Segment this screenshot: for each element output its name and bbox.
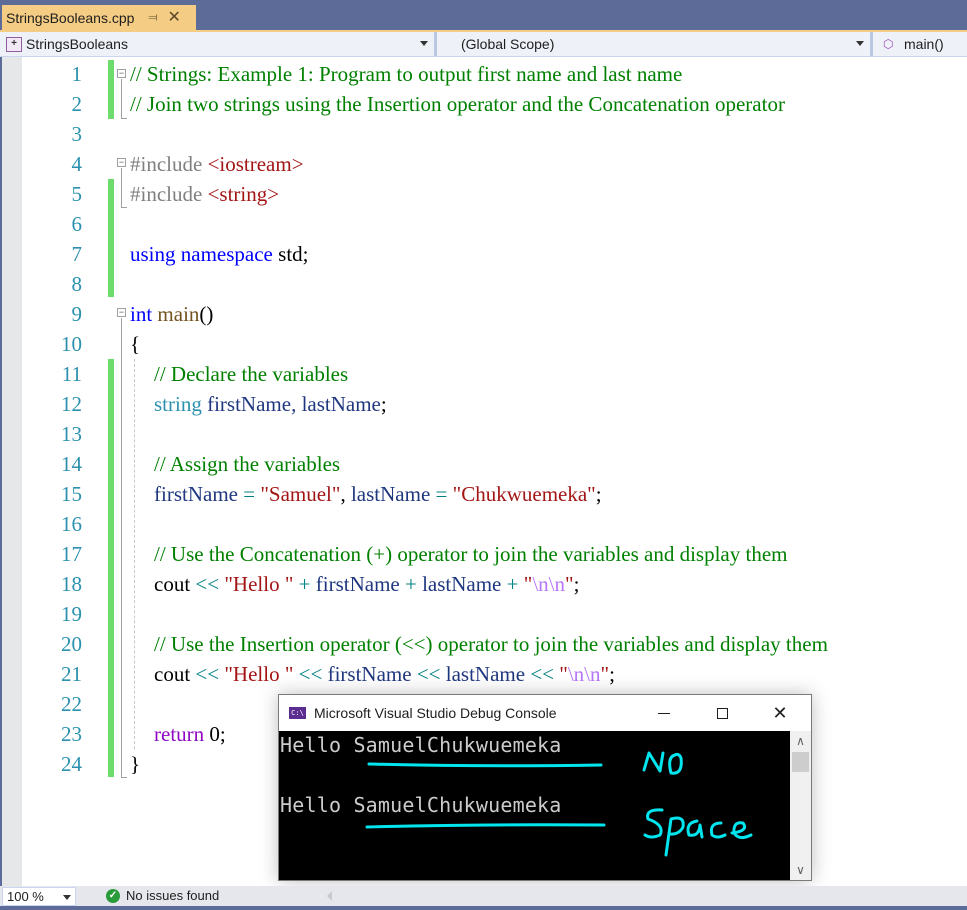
scroll-up-icon[interactable]: ∧ xyxy=(790,731,811,751)
method-cube-icon: ⬡ xyxy=(883,37,894,51)
minimize-icon xyxy=(658,712,670,714)
code-line: firstName = "Samuel", lastName = "Chukwu… xyxy=(154,482,602,506)
code-line: // Use the Concatenation (+) operator to… xyxy=(154,542,788,566)
scope-dropdown[interactable]: (Global Scope) xyxy=(434,32,870,56)
code-line: string firstName, lastName; xyxy=(154,392,387,416)
line-number: 7 xyxy=(71,242,83,266)
document-tab-strip: StringsBooleans.cpp ⫤ ✕ xyxy=(0,0,967,30)
line-number: 15 xyxy=(61,482,82,506)
member-name: main() xyxy=(904,36,944,52)
underline-2 xyxy=(365,823,606,829)
line-number: 22 xyxy=(61,692,82,716)
change-indicator xyxy=(108,359,114,777)
collapse-toggle[interactable]: − xyxy=(117,69,126,78)
change-indicator xyxy=(108,60,114,119)
scope-name: (Global Scope) xyxy=(461,36,555,52)
line-number: 21 xyxy=(61,662,82,686)
close-button[interactable]: ✕ xyxy=(757,695,803,731)
change-indicator xyxy=(108,179,114,297)
code-line: { xyxy=(130,332,141,356)
code-line: cout << "Hello " << firstName << lastNam… xyxy=(154,662,615,686)
chevron-down-icon xyxy=(856,41,864,46)
annotation-space xyxy=(643,808,753,857)
project-icon: + xyxy=(6,36,22,52)
pin-icon[interactable]: ⫤ xyxy=(148,10,157,25)
issues-text: No issues found xyxy=(126,888,220,903)
member-dropdown[interactable]: ⬡ main() xyxy=(870,32,967,56)
project-dropdown[interactable]: + StringsBooleans xyxy=(0,32,434,56)
line-number: 18 xyxy=(61,572,82,596)
code-line: // Assign the variables xyxy=(154,452,341,476)
minimize-button[interactable] xyxy=(641,695,687,731)
zoom-level: 100 % xyxy=(7,889,44,904)
tab-filename: StringsBooleans.cpp xyxy=(6,9,135,26)
console-app-icon: C:\ xyxy=(289,707,306,719)
navigation-bar: + StringsBooleans (Global Scope) ⬡ main(… xyxy=(0,30,967,57)
line-number: 1 xyxy=(71,62,83,86)
project-name: StringsBooleans xyxy=(26,36,128,52)
line-number: 3 xyxy=(71,122,83,146)
maximize-button[interactable] xyxy=(699,695,745,731)
line-number: 20 xyxy=(61,632,82,656)
line-number: 11 xyxy=(61,362,82,386)
console-title: Microsoft Visual Studio Debug Console xyxy=(314,705,557,721)
code-line: // Use the Insertion operator (<<) opera… xyxy=(154,632,828,656)
chevron-down-icon xyxy=(420,41,428,46)
code-line: #include <string> xyxy=(130,182,280,206)
collapse-toggle[interactable]: − xyxy=(117,308,126,317)
code-line: // Strings: Example 1: Program to output… xyxy=(130,62,683,86)
maximize-icon xyxy=(716,707,728,719)
editor-status-bar: 100 % ✓ No issues found xyxy=(0,886,967,906)
console-output-line: Hello SamuelChukwuemeka xyxy=(280,733,562,757)
code-line: cout << "Hello " + firstName + lastName … xyxy=(154,572,580,596)
zoom-dropdown[interactable]: 100 % xyxy=(2,887,76,906)
code-text: // Strings: Example 1: Program to output… xyxy=(130,59,828,779)
document-tab[interactable]: StringsBooleans.cpp ⫤ ✕ xyxy=(2,5,196,30)
line-number: 12 xyxy=(61,392,82,416)
debug-console-window[interactable]: C:\ Microsoft Visual Studio Debug Consol… xyxy=(278,694,812,881)
collapse-toggle[interactable]: − xyxy=(117,158,126,167)
code-line: #include <iostream> xyxy=(130,152,304,176)
issues-indicator[interactable]: ✓ No issues found xyxy=(106,888,219,903)
line-number: 16 xyxy=(61,512,82,536)
close-icon: ✕ xyxy=(772,703,788,723)
line-number: 19 xyxy=(61,602,82,626)
code-line: // Declare the variables xyxy=(154,362,349,386)
line-number: 13 xyxy=(61,422,82,446)
line-number: 8 xyxy=(71,272,83,296)
scroll-left-icon[interactable] xyxy=(327,891,332,901)
line-number: 17 xyxy=(61,542,82,566)
chevron-down-icon xyxy=(63,895,71,900)
line-number: 9 xyxy=(71,302,83,326)
glyph-margin[interactable] xyxy=(2,57,22,886)
line-number: 14 xyxy=(61,452,82,476)
line-number: 2 xyxy=(71,92,83,116)
underline-1 xyxy=(367,762,603,768)
console-output[interactable]: Hello SamuelChukwuemeka Hello SamuelChuk… xyxy=(279,731,790,880)
scroll-down-icon[interactable]: ∨ xyxy=(790,860,811,880)
code-line: int main() xyxy=(130,302,214,326)
line-number: 10 xyxy=(61,332,82,356)
line-number: 24 xyxy=(61,752,82,776)
line-number-gutter: 1 2 3 4 5 6 7 8 9 10 11 12 13 14 15 16 1… xyxy=(22,59,84,779)
code-line: using namespace std; xyxy=(130,242,309,266)
line-number: 23 xyxy=(61,722,82,746)
check-circle-icon: ✓ xyxy=(106,888,120,903)
code-line: // Join two strings using the Insertion … xyxy=(130,92,785,116)
scroll-thumb[interactable] xyxy=(792,752,809,772)
line-number: 5 xyxy=(71,182,83,206)
line-number: 6 xyxy=(71,212,83,236)
console-scrollbar[interactable]: ∧ ∨ xyxy=(790,731,811,880)
annotation-no xyxy=(642,751,683,775)
line-number: 4 xyxy=(71,152,83,176)
close-icon[interactable]: ✕ xyxy=(167,9,180,26)
console-output-line: Hello SamuelChukwuemeka xyxy=(280,793,562,817)
